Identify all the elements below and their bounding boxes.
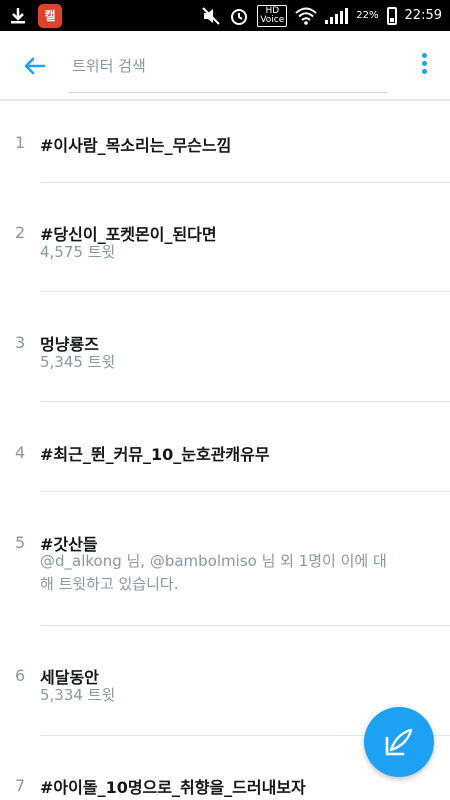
search-input[interactable]: 트위터 검색 (68, 45, 388, 93)
compose-tweet-icon (385, 728, 413, 756)
app-notification-icon: 캘 (38, 3, 62, 28)
more-vertical-icon[interactable] (420, 53, 428, 77)
status-bar: 캘 HD Voice 22% 22:59 (0, 0, 450, 31)
trend-rank: 3 (15, 333, 26, 352)
search-placeholder: 트위터 검색 (72, 57, 146, 75)
trend-rank: 2 (15, 223, 26, 242)
divider (40, 401, 450, 402)
trend-tweet-count: 5,334 트윗 (40, 686, 116, 704)
trend-title: #아이돌_10명으로_취향을_드러내보자 (40, 778, 306, 797)
divider (40, 182, 450, 183)
mute-icon (202, 6, 221, 25)
trend-rank: 5 (15, 533, 26, 552)
battery-percent: 22% (356, 10, 379, 21)
trend-context: @d_alkong 님, @bambolmiso 님 외 1명이 이에 대해 트… (40, 552, 387, 593)
trend-tweet-count: 4,575 트윗 (40, 243, 116, 261)
trend-rank: 4 (15, 443, 26, 462)
divider (40, 291, 450, 292)
battery-icon (386, 6, 397, 25)
alarm-icon (231, 8, 248, 25)
divider (40, 625, 450, 626)
top-app-bar: 트위터 검색 (0, 31, 450, 101)
divider (40, 491, 450, 492)
download-icon (11, 7, 25, 23)
compose-tweet-button[interactable] (364, 707, 434, 777)
trend-tweet-count: 5,345 트윗 (40, 353, 116, 371)
clock: 22:59 (404, 8, 442, 23)
trend-title: #이사람_목소리는_무슨느낌 (40, 136, 232, 155)
back-arrow-icon[interactable] (20, 51, 50, 81)
trend-rank: 7 (15, 776, 26, 795)
voice-label: Voice (260, 14, 285, 25)
trend-rank: 6 (15, 666, 26, 685)
signal-icon (325, 7, 349, 24)
hd-voice-indicator: HD Voice (257, 4, 288, 27)
trend-title: #최근_뛴_커뮤_10_눈호관캐유무 (40, 445, 270, 464)
wifi-icon (295, 7, 317, 25)
trend-rank: 1 (15, 133, 26, 152)
